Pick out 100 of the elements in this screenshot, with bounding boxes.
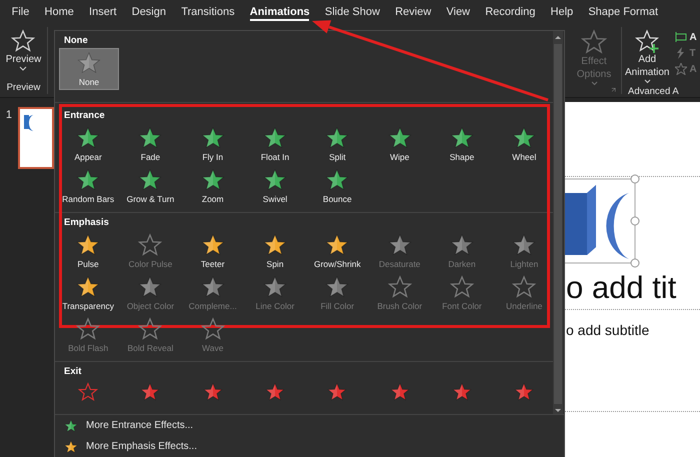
star-icon (263, 275, 288, 299)
scroll-up-icon (554, 34, 562, 41)
menu-tab[interactable]: View (438, 0, 478, 24)
dialog-launcher-icon (610, 88, 617, 92)
star-icon (138, 233, 162, 257)
ribbon-item[interactable]: A (675, 31, 697, 43)
slide-subtitle: o add subtitle (566, 322, 650, 338)
menu-tab[interactable]: Animations (242, 0, 318, 24)
star-icon (388, 275, 412, 299)
animation-effect[interactable]: Float In (244, 123, 306, 165)
star-icon (675, 63, 688, 75)
star-icon (138, 168, 162, 192)
star-icon (326, 382, 348, 402)
star-icon (388, 382, 411, 402)
star-icon (450, 233, 474, 257)
star-icon (138, 126, 162, 150)
menu-tab[interactable]: Insert (81, 0, 124, 24)
animation-effect[interactable]: Random Bars (57, 165, 120, 207)
star-icon (325, 233, 350, 257)
star-icon (200, 275, 225, 299)
star-icon (64, 418, 78, 432)
star-icon (325, 126, 350, 150)
animation-effect[interactable]: Grow & Turn (119, 165, 182, 207)
animation-effect[interactable]: Shape (430, 123, 494, 165)
star-icon (64, 440, 78, 454)
caret-icon (19, 66, 28, 72)
menu-tab[interactable]: Review (388, 0, 439, 24)
slide-thumbnail[interactable] (18, 107, 54, 169)
group-label: Advanced A (628, 86, 680, 97)
star-icon (450, 382, 473, 402)
section-header: None (63, 34, 89, 48)
star-icon (138, 317, 162, 341)
star-icon (513, 382, 536, 402)
section-header: Exit (63, 365, 82, 379)
animation-effect[interactable]: Wipe (368, 123, 431, 165)
menu-tab[interactable]: Recording (478, 0, 543, 24)
menu-tab[interactable]: File (4, 0, 37, 24)
star-icon (11, 29, 36, 53)
star-icon (388, 126, 412, 150)
star-icon (76, 126, 100, 150)
menu-item[interactable]: More Emphasis Effects... (55, 436, 564, 457)
star-icon (200, 126, 225, 150)
star-icon (512, 233, 536, 257)
animation-effect[interactable]: Wheel (493, 123, 553, 165)
animation-effect[interactable]: Fly In (182, 123, 244, 165)
star-icon (202, 382, 224, 402)
menu-tab[interactable]: Transitions (174, 0, 242, 24)
star-icon (325, 168, 350, 192)
animation-effect[interactable]: None (59, 48, 119, 90)
star-icon (388, 233, 412, 257)
menu-item[interactable]: More Entrance Effects... (55, 415, 564, 436)
shape-icon (22, 113, 36, 133)
preview-button[interactable]: Preview (2, 27, 44, 74)
star-icon (200, 233, 225, 257)
star-icon (76, 233, 100, 257)
animation-effect[interactable]: Teeter (182, 230, 244, 272)
pane-icon (675, 31, 688, 43)
group-label: Preview (6, 82, 40, 93)
star-icon (325, 275, 350, 299)
animation-effect[interactable]: Grow/Shrink (306, 230, 368, 272)
animation-effect[interactable]: Zoom (182, 165, 244, 207)
star-icon (450, 126, 474, 150)
star-icon (450, 275, 474, 299)
star-icon (138, 275, 162, 299)
slide-title: o add tit (566, 270, 676, 306)
star-icon (200, 168, 225, 192)
star-icon (263, 233, 288, 257)
animation-effect[interactable]: Transparency (57, 272, 120, 314)
star-icon (139, 382, 162, 402)
star-icon (200, 317, 225, 341)
menu-tab[interactable]: Help (542, 0, 581, 24)
menu-tab[interactable]: Slide Show (317, 0, 388, 24)
animation-effect[interactable]: Appear (57, 123, 120, 165)
add-animation-button[interactable]: Add Animation (622, 27, 672, 86)
animation-effect[interactable]: Split (306, 123, 368, 165)
star-icon (263, 168, 288, 192)
animation-effect[interactable]: Fade (119, 123, 182, 165)
star-icon (512, 126, 536, 150)
scrollbar[interactable] (553, 31, 563, 414)
caret-icon (590, 81, 598, 86)
scroll-down-icon (554, 407, 562, 414)
star-icon (512, 275, 536, 299)
star-plus-icon (635, 29, 660, 53)
star-icon (76, 317, 100, 341)
animation-effect[interactable]: Spin (244, 230, 306, 272)
animation-effect[interactable]: Bounce (306, 165, 368, 207)
star-icon (77, 51, 101, 75)
star-icon (77, 382, 100, 402)
star-icon (76, 275, 100, 299)
section-header: Emphasis (63, 216, 110, 230)
star-icon (264, 382, 286, 402)
animation-effect[interactable]: Pulse (57, 230, 120, 272)
animation-effect[interactable]: Swivel (244, 165, 306, 207)
menu-tab[interactable]: Home (36, 0, 82, 24)
menu-tab[interactable]: Shape Format (580, 0, 666, 24)
slide-number: 1 (4, 109, 12, 121)
caret-icon (644, 79, 651, 84)
menu-tab[interactable]: Design (124, 0, 174, 24)
star-icon (76, 168, 100, 192)
section-header: Entrance (63, 109, 106, 123)
